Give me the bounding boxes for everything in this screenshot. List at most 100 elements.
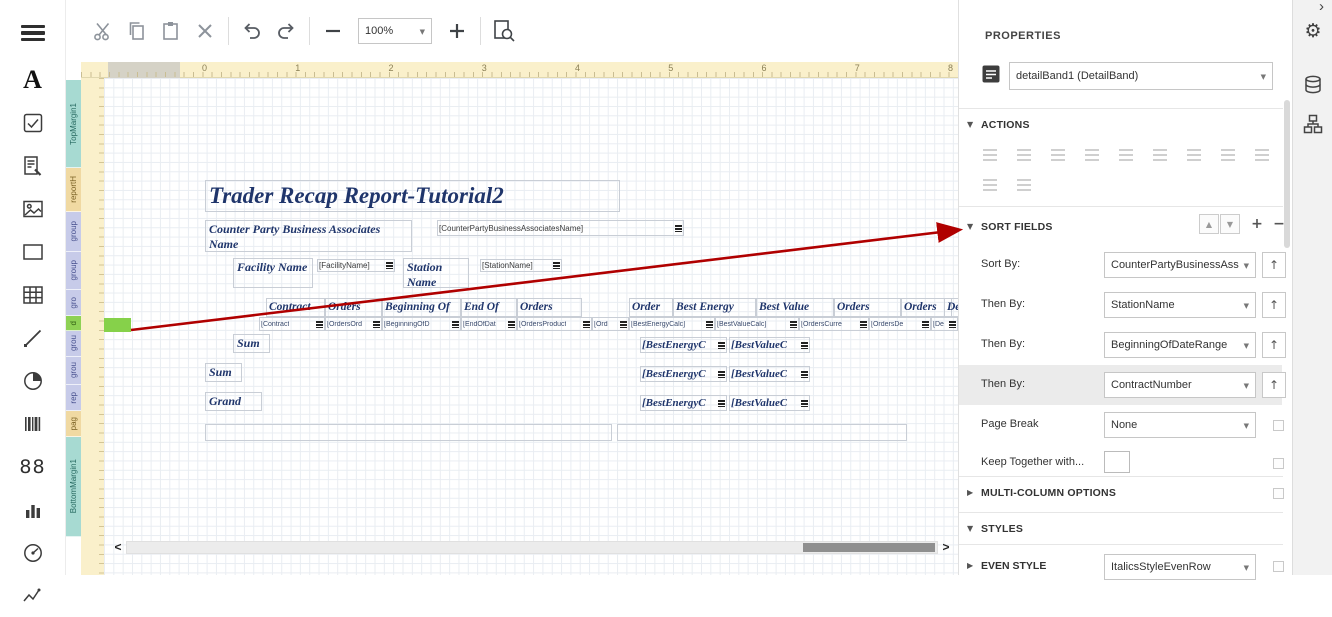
even-style-dropdown[interactable]: ItalicsStyleEvenRow: [1104, 554, 1256, 580]
sparkline-tool-icon[interactable]: [0, 574, 66, 617]
collapse-panel-chevron[interactable]: ›: [1319, 0, 1324, 15]
scroll-left-button[interactable]: <: [110, 540, 126, 555]
best-energy-summary-field[interactable]: [BestEnergyC: [640, 395, 727, 411]
table-tool-icon[interactable]: [0, 273, 66, 316]
detail-field-cell[interactable]: [BeginningOfD: [382, 317, 461, 331]
section-label[interactable]: STYLES: [981, 523, 1023, 535]
detail-field-cell[interactable]: [OrdersCurre: [799, 317, 869, 331]
chart-tool-icon[interactable]: [0, 488, 66, 531]
table-header-cell[interactable]: Best Energy: [673, 298, 756, 317]
then-by-dropdown[interactable]: BeginningOfDateRange: [1104, 332, 1256, 358]
band-strip-grou[interactable]: grou: [66, 357, 81, 385]
keep-together-input[interactable]: [1104, 451, 1130, 473]
band-strip-group[interactable]: group: [66, 252, 81, 290]
cut-button[interactable]: [86, 14, 120, 48]
section-label[interactable]: MULTI-COLUMN OPTIONS: [981, 487, 1116, 499]
detail-field-cell[interactable]: [OrdersOrd: [325, 317, 382, 331]
gauge-tool-icon[interactable]: [0, 531, 66, 574]
sort-direction-button[interactable]: [1262, 332, 1286, 358]
then-by-dropdown[interactable]: ContractNumber: [1104, 372, 1256, 398]
band-strip-rep[interactable]: rep: [66, 385, 81, 411]
move-down-button[interactable]: ▼: [1220, 214, 1240, 234]
detail-field-cell[interactable]: [OrdersProduct: [517, 317, 592, 331]
table-header-cell[interactable]: End Of: [461, 298, 517, 317]
zoom-in-button[interactable]: [440, 14, 474, 48]
band-strip-d[interactable]: d: [66, 316, 81, 331]
best-energy-summary-field[interactable]: [BestEnergyC: [640, 366, 727, 382]
horizontal-scrollbar[interactable]: < >: [110, 540, 954, 555]
detail-field-cell[interactable]: [De: [931, 317, 958, 331]
group-header-label[interactable]: Counter Party Business Associates Name: [205, 220, 412, 252]
table-header-cell[interactable]: Orders: [517, 298, 582, 317]
band-strip-reporth[interactable]: reportH: [66, 168, 81, 212]
band-strip-bottommargin1[interactable]: BottomMargin1: [66, 437, 81, 537]
field-list-button[interactable]: [1293, 74, 1332, 96]
delete-button[interactable]: [188, 14, 222, 48]
sort-direction-button[interactable]: [1262, 372, 1286, 398]
character-comb-tool-icon[interactable]: 88: [0, 445, 66, 488]
table-header-cell[interactable]: Order: [629, 298, 673, 317]
panel-scrollbar-thumb[interactable]: [1284, 100, 1290, 248]
fit-to-page-button[interactable]: [487, 14, 521, 48]
detail-field-cell[interactable]: [Contract: [259, 317, 325, 331]
detail-field-cell[interactable]: [EndOfDat: [461, 317, 517, 331]
report-canvas[interactable]: Trader Recap Report-Tutorial2 Counter Pa…: [104, 78, 958, 575]
detail-field-cell[interactable]: [BestValueCalc]: [715, 317, 799, 331]
scroll-right-button[interactable]: >: [938, 540, 954, 555]
table-header-cell[interactable]: Orders: [834, 298, 901, 317]
scrollbar-track[interactable]: [126, 541, 938, 554]
report-explorer-button[interactable]: [1293, 114, 1332, 134]
property-marker-checkbox[interactable]: [1273, 488, 1284, 499]
gear-icon[interactable]: ⚙: [1293, 20, 1332, 42]
redo-button[interactable]: [269, 14, 303, 48]
undo-button[interactable]: [235, 14, 269, 48]
expand-triangle-icon[interactable]: [967, 488, 973, 497]
then-by-dropdown[interactable]: StationName: [1104, 292, 1256, 318]
empty-footer-box[interactable]: [205, 424, 612, 441]
table-header-cell[interactable]: De: [944, 298, 958, 317]
table-header-cell[interactable]: Orders: [325, 298, 382, 317]
best-energy-summary-field[interactable]: [BestEnergyC: [640, 337, 727, 353]
facility-name-label[interactable]: Facility Name: [233, 258, 313, 288]
empty-footer-box[interactable]: [617, 424, 907, 441]
collapse-triangle-icon[interactable]: [967, 120, 973, 129]
bound-field[interactable]: [CounterPartyBusinessAssociatesName]: [437, 220, 684, 236]
panel-tool-icon[interactable]: [0, 230, 66, 273]
sort-direction-button[interactable]: [1262, 292, 1286, 318]
property-marker-checkbox[interactable]: [1273, 458, 1284, 469]
element-selector-dropdown[interactable]: detailBand1 (DetailBand): [1009, 62, 1273, 90]
sort-by-dropdown[interactable]: CounterPartyBusinessAss: [1104, 252, 1256, 278]
sort-direction-button[interactable]: [1262, 252, 1286, 278]
checkbox-tool-icon[interactable]: [0, 101, 66, 144]
line-tool-icon[interactable]: [0, 316, 66, 359]
zoom-out-button[interactable]: [316, 14, 350, 48]
report-title-label[interactable]: Trader Recap Report-Tutorial2: [205, 180, 620, 212]
grand-total-label[interactable]: Grand: [205, 392, 262, 411]
main-menu-button[interactable]: [0, 8, 66, 58]
paste-button[interactable]: [154, 14, 188, 48]
band-strip-grou[interactable]: grou: [66, 331, 81, 357]
section-label[interactable]: SORT FIELDS: [981, 221, 1053, 233]
collapse-triangle-icon[interactable]: [967, 222, 973, 231]
page-break-dropdown[interactable]: None: [1104, 412, 1256, 438]
barcode-tool-icon[interactable]: [0, 402, 66, 445]
expand-triangle-icon[interactable]: [967, 561, 973, 570]
move-up-button[interactable]: ▲: [1199, 214, 1219, 234]
best-value-summary-field[interactable]: [BestValueC: [729, 395, 810, 411]
band-strip-gro[interactable]: gro: [66, 290, 81, 316]
table-header-cell[interactable]: Best Value: [756, 298, 834, 317]
rich-text-tool-icon[interactable]: [0, 144, 66, 187]
copy-button[interactable]: [120, 14, 154, 48]
sum-label[interactable]: Sum: [205, 363, 242, 382]
detail-field-cell[interactable]: [OrdersDe: [869, 317, 931, 331]
best-value-summary-field[interactable]: [BestValueC: [729, 366, 810, 382]
best-value-summary-field[interactable]: [BestValueC: [729, 337, 810, 353]
sum-label[interactable]: Sum: [233, 334, 270, 353]
band-strip-group[interactable]: group: [66, 212, 81, 252]
detail-field-cell[interactable]: [BestEnergyCalc]: [629, 317, 715, 331]
collapse-triangle-icon[interactable]: [967, 524, 973, 533]
detail-field-cell[interactable]: [Ord: [592, 317, 629, 331]
table-header-cell[interactable]: Contract: [266, 298, 325, 317]
bound-field[interactable]: [StationName]: [480, 259, 562, 272]
section-label[interactable]: ACTIONS: [981, 119, 1030, 131]
